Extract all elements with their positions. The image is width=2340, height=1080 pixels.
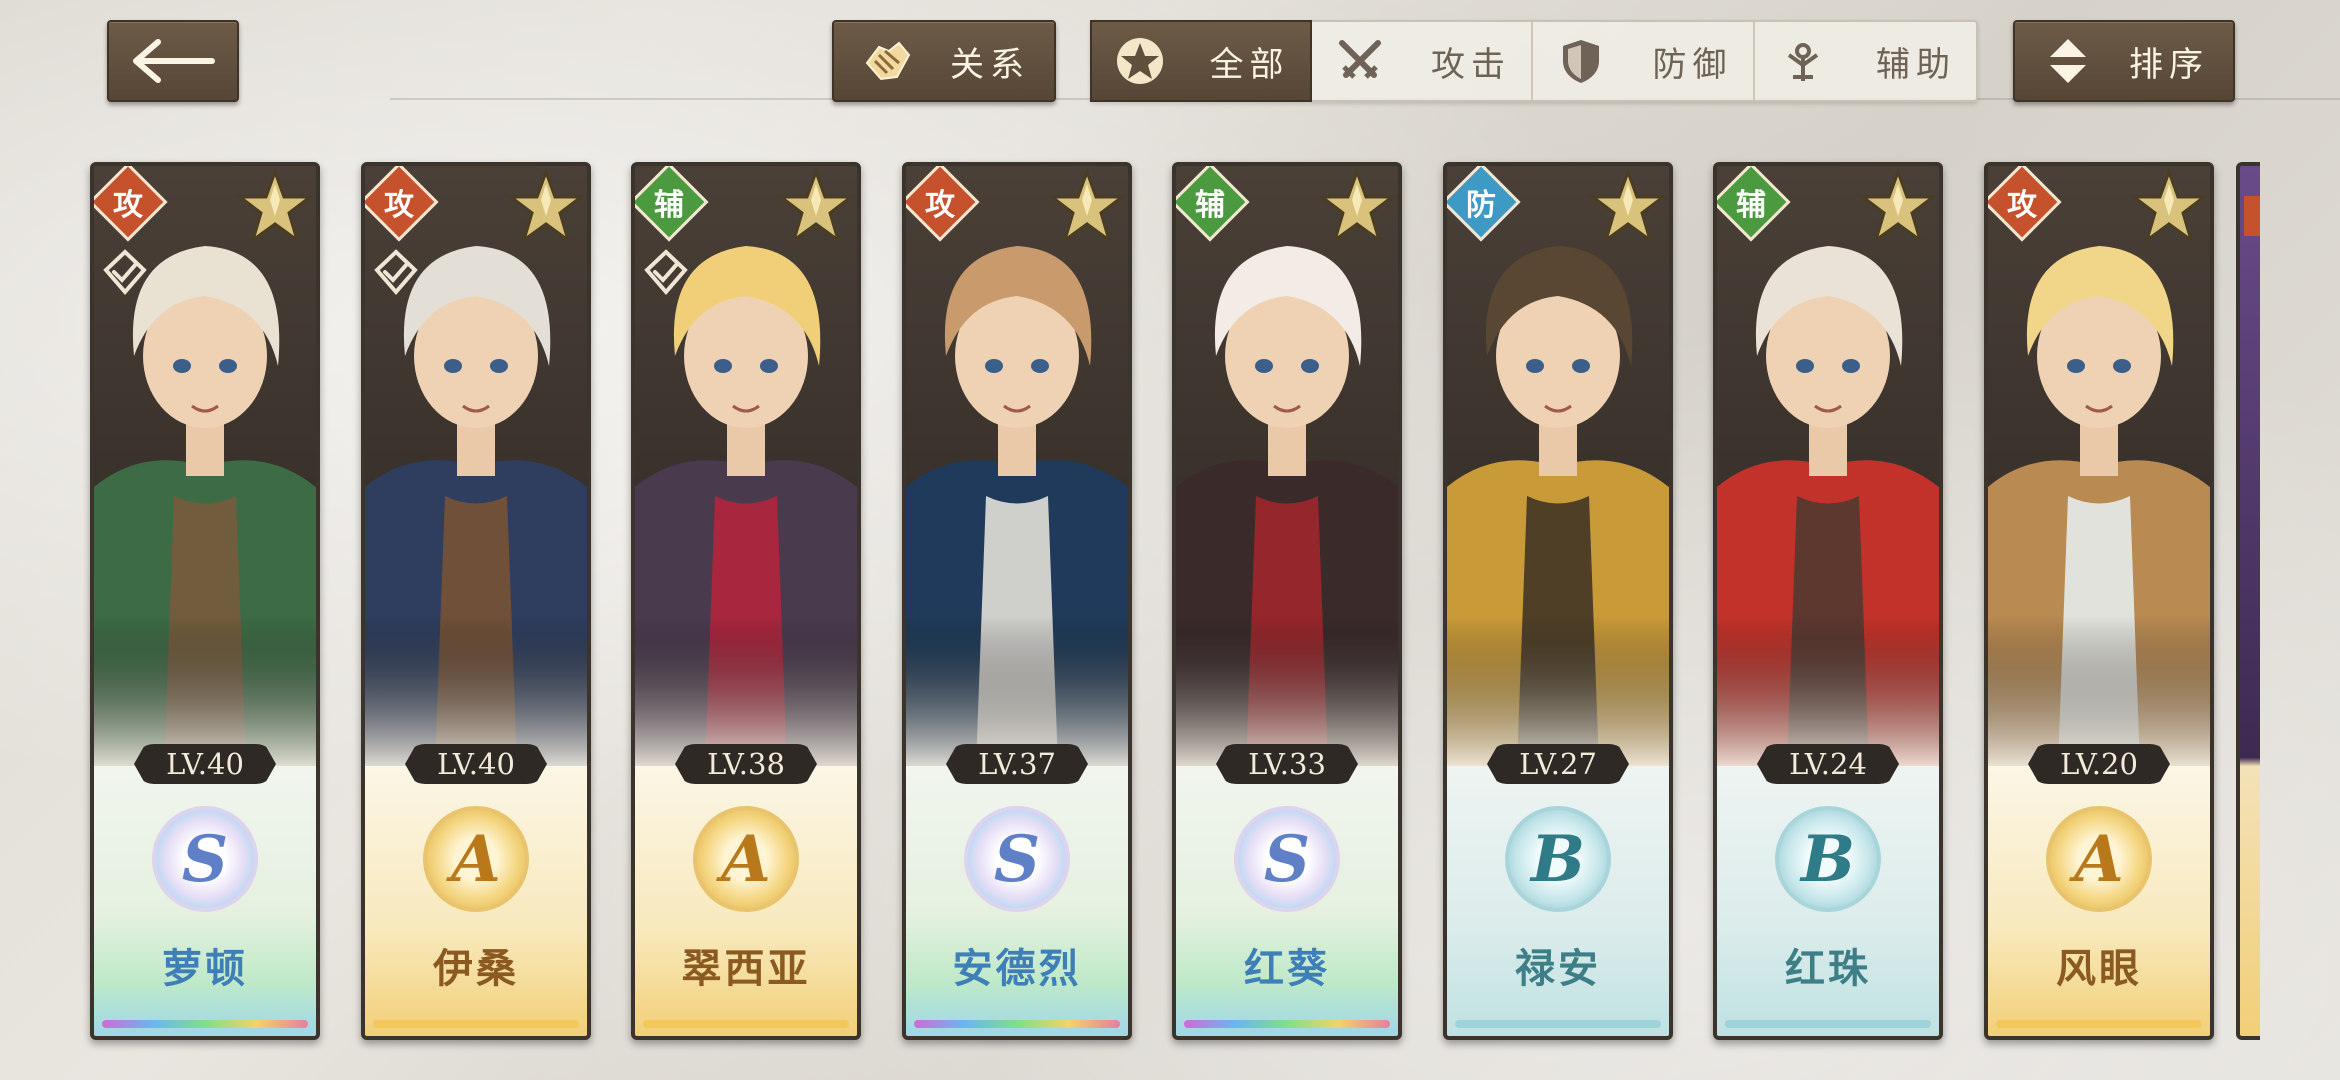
tab-all[interactable]: 全部 <box>1090 20 1312 102</box>
star-icon <box>1048 168 1126 244</box>
rarity-bar <box>643 1020 849 1028</box>
hero-portrait <box>1176 166 1398 766</box>
star-icon <box>2130 168 2208 244</box>
role-tag-label: 攻 <box>2007 188 2037 223</box>
tab-attack[interactable]: 攻击 <box>1312 22 1533 100</box>
hero-level: LV.27 <box>1487 744 1629 784</box>
star-icon <box>236 168 314 244</box>
hero-level: LV.40 <box>134 744 276 784</box>
relations-button[interactable]: 关系 <box>832 20 1056 102</box>
hero-level: LV.38 <box>675 744 817 784</box>
star-icon <box>1318 168 1396 244</box>
hero-name: 翠西亚 <box>681 946 811 992</box>
sort-button[interactable]: 排序 <box>2013 20 2235 102</box>
hero-card[interactable]: LV.38 A 翠西亚 辅 <box>631 162 861 1040</box>
hero-name: 伊桑 <box>433 946 519 992</box>
equipment-icon <box>644 249 688 296</box>
hero-level: LV.20 <box>2028 744 2170 784</box>
support-staff-icon <box>1773 31 1833 91</box>
rank-badge: S <box>1234 806 1340 912</box>
star-emblem-icon <box>1110 31 1170 91</box>
role-tag-label: 攻 <box>113 188 143 223</box>
star-icon <box>507 168 585 244</box>
rank-badge: S <box>964 806 1070 912</box>
crossed-swords-icon <box>1330 31 1390 91</box>
hero-card[interactable]: LV.40 A 伊桑 攻 <box>361 162 591 1040</box>
hero-name: 风眼 <box>2056 946 2142 992</box>
hero-portrait <box>1447 166 1669 766</box>
role-tag-label: 防 <box>1466 188 1496 223</box>
hero-level: LV.40 <box>405 744 547 784</box>
role-tag-label: 辅 <box>1195 188 1225 223</box>
rarity-bar <box>102 1020 308 1028</box>
sort-arrows-icon <box>2033 26 2103 96</box>
rarity-bar <box>1996 1020 2202 1028</box>
relations-label: 关系 <box>950 44 1030 85</box>
rank-badge: A <box>423 806 529 912</box>
rarity-bar <box>373 1020 579 1028</box>
hero-portrait <box>1988 166 2210 766</box>
hero-card[interactable]: LV.33 S 红葵 辅 <box>1172 162 1402 1040</box>
hero-portrait <box>906 166 1128 766</box>
hero-card[interactable]: LV.37 S 安德烈 攻 <box>902 162 1132 1040</box>
hero-card[interactable]: LV.24 B 红珠 辅 <box>1713 162 1943 1040</box>
back-button[interactable] <box>107 20 239 102</box>
hero-portrait <box>1717 166 1939 766</box>
hero-name: 红葵 <box>1244 946 1330 992</box>
hero-level: LV.24 <box>1757 744 1899 784</box>
hero-name: 红珠 <box>1785 946 1871 992</box>
handshake-icon <box>852 26 922 96</box>
star-icon <box>1859 168 1937 244</box>
arrow-left-icon <box>133 39 215 83</box>
hero-card[interactable]: LV.27 B 禄安 防 <box>1443 162 1673 1040</box>
tab-attack-label: 攻击 <box>1431 44 1511 85</box>
role-filter-tabs: 全部 攻击 防御 辅助 <box>1090 20 1978 102</box>
role-tag <box>2244 196 2260 236</box>
hero-level: LV.37 <box>946 744 1088 784</box>
hero-name: 禄安 <box>1515 946 1601 992</box>
star-icon <box>777 168 855 244</box>
tab-all-label: 全部 <box>1209 44 1290 85</box>
hero-level: LV.33 <box>1216 744 1358 784</box>
hero-card[interactable]: LV.40 S 萝顿 攻 <box>90 162 320 1040</box>
rarity-bar <box>1725 1020 1931 1028</box>
hero-card-partial[interactable] <box>2236 162 2260 1040</box>
role-tag-label: 攻 <box>384 188 414 223</box>
sort-label: 排序 <box>2129 44 2209 85</box>
tab-defense[interactable]: 防御 <box>1533 22 1755 100</box>
rank-badge: S <box>152 806 258 912</box>
rank-badge: A <box>693 806 799 912</box>
equipment-icon <box>374 249 418 296</box>
rarity-bar <box>1184 1020 1390 1028</box>
hero-card[interactable]: LV.20 A 风眼 攻 <box>1984 162 2214 1040</box>
tab-support-label: 辅助 <box>1876 44 1956 85</box>
role-tag-label: 辅 <box>1736 188 1766 223</box>
star-icon <box>1589 168 1667 244</box>
tab-support[interactable]: 辅助 <box>1755 22 1977 100</box>
rarity-bar <box>914 1020 1120 1028</box>
rank-badge: B <box>1775 806 1881 912</box>
rarity-bar <box>1455 1020 1661 1028</box>
role-tag-label: 辅 <box>654 188 684 223</box>
hero-name: 萝顿 <box>162 946 248 992</box>
tab-defense-label: 防御 <box>1652 44 1733 85</box>
hero-name: 安德烈 <box>952 946 1082 992</box>
rank-badge: A <box>2046 806 2152 912</box>
shield-icon <box>1551 31 1611 91</box>
role-tag-label: 攻 <box>925 188 955 223</box>
rank-badge: B <box>1505 806 1611 912</box>
equipment-icon <box>103 249 147 296</box>
